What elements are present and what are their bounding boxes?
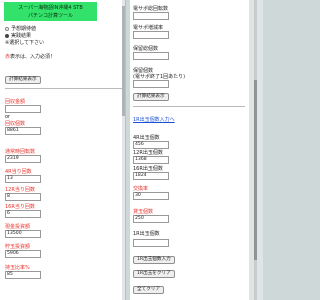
cash-investment-input[interactable]: 13500 — [5, 230, 41, 238]
calculator-form-left: スーパー海物語IN沖縄4 STB パチンコ計算ツール 予想期待値 実践結果 ※選… — [0, 0, 126, 300]
scroll-thumb[interactable] — [254, 80, 257, 260]
r1-payout-input[interactable] — [133, 239, 169, 247]
densapo-rate-input[interactable] — [133, 31, 169, 39]
r1-clear-button[interactable]: 1R出玉をクリア — [133, 270, 175, 278]
radio-actual[interactable] — [5, 33, 9, 38]
field-label: 4R当り回数 — [5, 169, 32, 175]
radio-hint-row: ※選択して下さい — [5, 39, 44, 46]
collect-count-input[interactable]: 8861 — [5, 127, 41, 135]
stored-balls-investment-input[interactable]: 5906 — [5, 250, 41, 258]
hits-4r-input[interactable]: 13 — [5, 175, 41, 183]
field-label: 交換率 — [133, 186, 149, 192]
normal-spins-input[interactable]: 2319 — [5, 155, 41, 163]
r1-input-link[interactable]: 1R出玉個数入力へ — [133, 116, 175, 123]
required-note-text: 表示は、入力必須！ — [10, 54, 56, 60]
field-label: 貸玉個数 — [133, 209, 154, 215]
payout-16r-input[interactable]: 1824 — [133, 172, 169, 180]
radio-hint: ※選択して下さい — [5, 40, 45, 46]
field-label: 貯玉投資額 — [5, 244, 31, 250]
required-note: 赤表示は、入力必須！ — [5, 53, 55, 60]
field-label: 4R出玉個数 — [133, 135, 160, 141]
hits-12r-input[interactable]: 8 — [5, 193, 41, 201]
radio-expected[interactable] — [5, 26, 9, 31]
payout-4r-input[interactable]: 456 — [133, 141, 169, 149]
field-label: 12R当り回数 — [5, 187, 35, 193]
radio-expected-row[interactable]: 予想期待値 — [5, 25, 36, 32]
calc-result-button[interactable]: 計算結果表示 — [5, 76, 41, 84]
field-label: 16R当り回数 — [5, 204, 35, 210]
divider — [133, 106, 245, 107]
densapo-spins-input[interactable] — [133, 12, 169, 20]
field-label: 回収金額 — [5, 99, 26, 105]
left-scrollbar[interactable] — [122, 0, 125, 300]
title-line-1: スーパー海物語IN沖縄4 STB — [18, 5, 83, 11]
radio-expected-label: 予想期待値 — [11, 26, 37, 32]
field-label: 1R出玉個数 — [133, 231, 160, 237]
hits-16r-input[interactable]: 6 — [5, 210, 41, 218]
rental-balls-input[interactable]: 250 — [133, 215, 169, 223]
calc-result-button-right[interactable]: 計算結果表示 — [133, 93, 169, 101]
field-label: 電サポ総回転数 — [133, 6, 169, 12]
collect-amount-input[interactable] — [5, 105, 41, 113]
r1-input-button[interactable]: 1R出玉個数入力 — [133, 256, 175, 264]
payout-12r-input[interactable]: 1368 — [133, 156, 169, 164]
divider — [5, 88, 123, 89]
calculator-form-right: 電サポ総回転数 電サポ増減率 保留総個数 保留個数 (電サポ終了1回あたり) 計… — [130, 0, 249, 300]
field-sublabel: (電サポ終了1回あたり) — [133, 74, 186, 80]
radio-actual-label: 実践結果 — [11, 33, 32, 39]
radio-actual-row[interactable]: 実践結果 — [5, 32, 31, 39]
all-clear-button[interactable]: 全てクリア — [133, 286, 164, 294]
held-ratio-input[interactable]: 85 — [5, 271, 41, 279]
hold-count-input[interactable] — [133, 80, 169, 88]
field-label: 12R出玉個数 — [133, 150, 163, 156]
field-label: 回収個数 — [5, 121, 26, 127]
field-label: 現金投資額 — [5, 224, 31, 230]
left-scroll-thumb[interactable] — [122, 6, 125, 116]
right-scrollbar[interactable] — [249, 0, 263, 300]
field-label: 16R出玉個数 — [133, 166, 163, 172]
field-label: 保留総個数 — [133, 46, 159, 52]
hold-total-input[interactable] — [133, 52, 169, 60]
field-label: 電サポ増減率 — [133, 25, 164, 31]
field-label: 持玉比率% — [5, 265, 30, 271]
app-title-banner: スーパー海物語IN沖縄4 STB パチンコ計算ツール — [4, 2, 97, 21]
title-line-2: パチンコ計算ツール — [27, 13, 73, 19]
field-label: 通常時回転数 — [5, 149, 36, 155]
exchange-rate-input[interactable]: 30 — [133, 192, 169, 200]
